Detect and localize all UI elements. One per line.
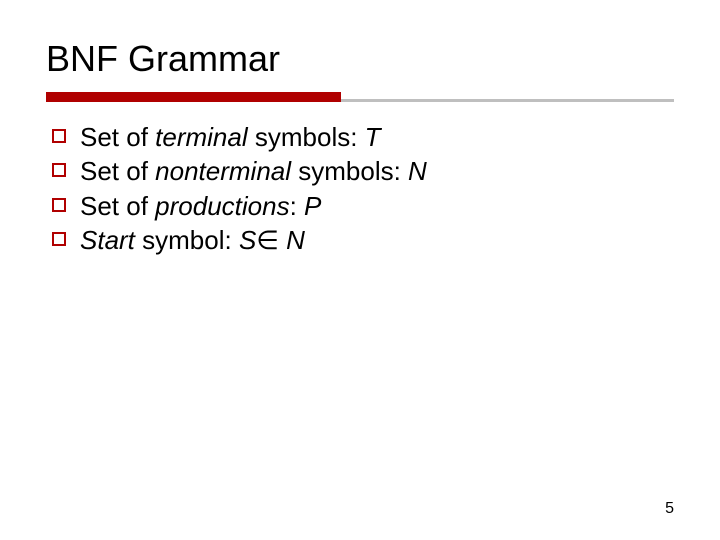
list-item: Start symbol: S∈ N <box>52 223 674 257</box>
hollow-square-icon <box>52 232 66 246</box>
italic-text: terminal <box>155 122 247 152</box>
slide: BNF Grammar Set of terminal symbols: T S… <box>0 0 720 540</box>
underline-red-bar <box>46 92 341 102</box>
text-run: symbols: <box>248 122 365 152</box>
list-item: Set of terminal symbols: T <box>52 120 674 154</box>
bullet-list: Set of terminal symbols: T Set of nonter… <box>46 120 674 257</box>
text-run: symbols: <box>291 156 408 186</box>
bullet-text: Set of nonterminal symbols: N <box>80 154 674 188</box>
slide-title: BNF Grammar <box>46 38 674 80</box>
text-run: Set of <box>80 122 155 152</box>
list-item: Set of productions: P <box>52 189 674 223</box>
text-run: Set of <box>80 191 155 221</box>
element-of-text: ∈ <box>256 225 286 255</box>
italic-text: Start <box>80 225 135 255</box>
symbol-text: T <box>365 122 381 152</box>
bullet-text: Start symbol: S∈ N <box>80 223 674 257</box>
underline-gray-bar <box>341 99 674 102</box>
symbol-text: S <box>239 225 256 255</box>
title-underline <box>46 92 674 102</box>
italic-text: nonterminal <box>155 156 291 186</box>
hollow-square-icon <box>52 129 66 143</box>
hollow-square-icon <box>52 198 66 212</box>
italic-text: productions <box>155 191 289 221</box>
bullet-text: Set of productions: P <box>80 189 674 223</box>
text-run: Set of <box>80 156 155 186</box>
symbol-text: P <box>304 191 321 221</box>
symbol-text: N <box>286 225 305 255</box>
bullet-text: Set of terminal symbols: T <box>80 120 674 154</box>
list-item: Set of nonterminal symbols: N <box>52 154 674 188</box>
text-run: symbol: <box>135 225 239 255</box>
hollow-square-icon <box>52 163 66 177</box>
symbol-text: N <box>408 156 427 186</box>
page-number: 5 <box>665 500 674 518</box>
text-run: : <box>290 191 304 221</box>
